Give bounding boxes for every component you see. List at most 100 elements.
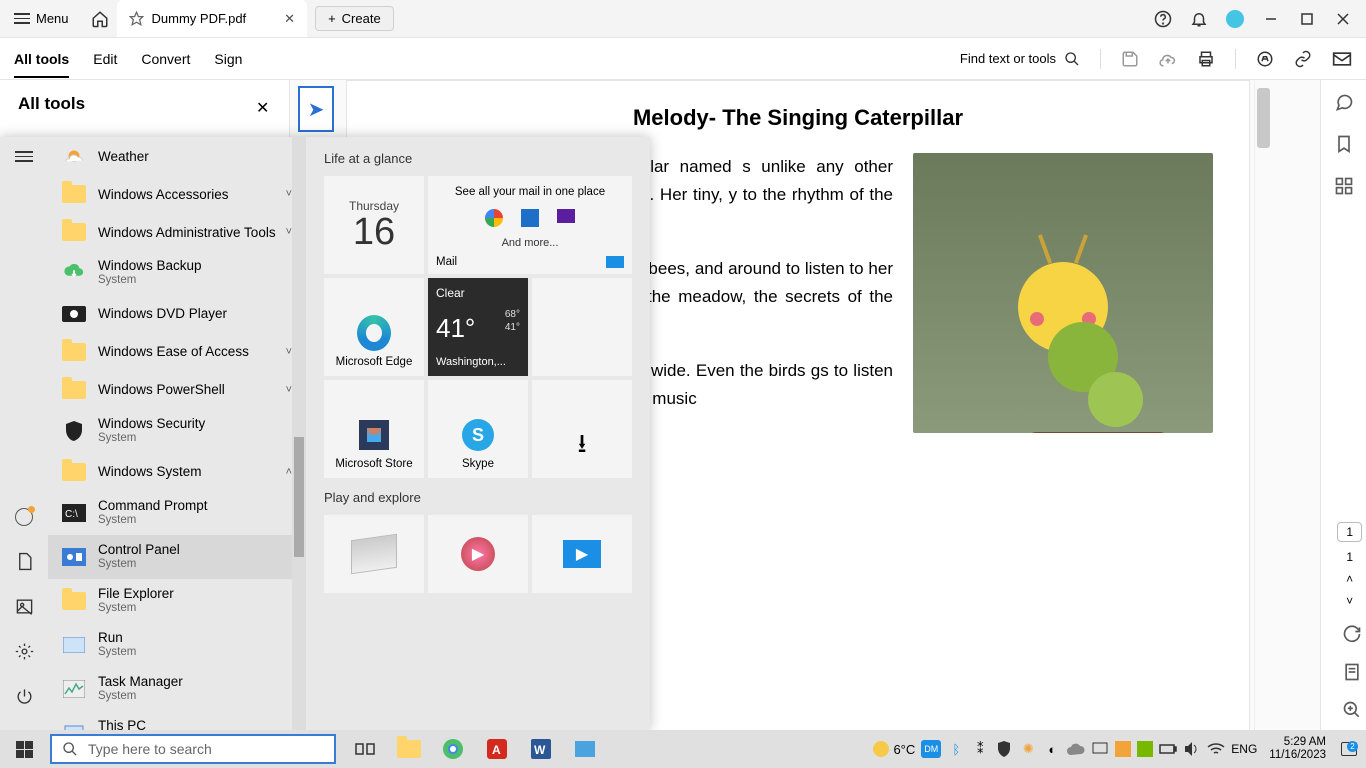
close-panel-icon[interactable]: ✕ [256, 98, 269, 118]
outlook-icon [521, 209, 539, 227]
tab-convert[interactable]: Convert [141, 51, 190, 67]
search-box[interactable]: Type here to search [50, 734, 336, 764]
mail-icon[interactable] [1332, 51, 1352, 67]
avatar[interactable] [1226, 10, 1244, 28]
explorer-icon[interactable] [388, 730, 430, 768]
list-item-powershell[interactable]: Windows PowerShell ˅ [48, 371, 306, 409]
scrollbar[interactable] [1254, 80, 1272, 768]
nvidia-icon[interactable] [1137, 741, 1153, 757]
document-tab[interactable]: Dummy PDF.pdf ✕ [117, 0, 308, 37]
page-thumbnail[interactable]: ➤ [298, 86, 334, 132]
page-down-icon[interactable]: ˅ [1346, 594, 1353, 608]
tile-xbox[interactable] [324, 515, 424, 593]
folder-icon [62, 185, 86, 203]
start-hamburger-icon[interactable] [15, 151, 33, 162]
tray-icon[interactable]: DM [921, 740, 941, 758]
page-current[interactable]: 1 [1337, 522, 1362, 542]
language-indicator[interactable]: ENG [1231, 742, 1257, 756]
bluetooth-icon[interactable]: ᛒ [947, 740, 965, 758]
list-item-ease[interactable]: Windows Ease of Access ˅ [48, 333, 306, 371]
acrobat-icon[interactable]: A [476, 730, 518, 768]
list-item-taskmgr[interactable]: Task ManagerSystem [48, 667, 306, 711]
cloud-icon[interactable] [1159, 50, 1177, 68]
start-button[interactable] [0, 730, 48, 768]
doc-icon[interactable] [1342, 662, 1362, 682]
list-item-thispc[interactable]: This PCSystem [48, 711, 306, 730]
tray-icon[interactable]: ◐ [1043, 740, 1061, 758]
tile-calendar[interactable]: Thursday 16 [324, 176, 424, 274]
find-button[interactable]: Find text or tools [960, 51, 1080, 67]
tile-store[interactable]: Microsoft Store [324, 380, 424, 478]
clock[interactable]: 5:29 AM 11/16/2023 [1263, 736, 1332, 762]
save-icon[interactable] [1121, 50, 1139, 68]
list-item-security[interactable]: Windows SecuritySystem [48, 409, 306, 453]
documents-icon[interactable] [15, 552, 34, 571]
tray-icon[interactable] [1115, 741, 1131, 757]
tile-skype[interactable]: S Skype [428, 380, 528, 478]
svg-text:C:\: C:\ [65, 509, 78, 520]
volume-icon[interactable] [1183, 740, 1201, 758]
wifi-icon[interactable] [1207, 740, 1225, 758]
tile-download[interactable]: ⭳ [532, 380, 632, 478]
create-button[interactable]: + Create [315, 6, 394, 31]
tile-movies[interactable]: ▶ [532, 515, 632, 593]
security-tray-icon[interactable] [995, 740, 1013, 758]
list-item-cmd[interactable]: C:\ Command PromptSystem [48, 491, 306, 535]
list-item-system[interactable]: Windows System ˄ [48, 453, 306, 491]
comment-icon[interactable] [1334, 92, 1354, 112]
tile-weather[interactable]: Clear 41° 68°41° Washington,... [428, 278, 528, 376]
close-tab-icon[interactable]: ✕ [284, 11, 295, 27]
bell-icon[interactable] [1190, 10, 1208, 28]
user-icon[interactable] [15, 508, 33, 526]
app-label: Windows Backup [98, 258, 202, 274]
link-icon[interactable] [1294, 50, 1312, 68]
grid-icon[interactable] [1334, 176, 1354, 196]
list-item-accessories[interactable]: Windows Accessories ˅ [48, 175, 306, 213]
maximize-button[interactable] [1298, 10, 1316, 28]
bookmark-icon[interactable] [1334, 134, 1354, 154]
list-item-admintools[interactable]: Windows Administrative Tools ˅ [48, 213, 306, 251]
section-life: Life at a glance [324, 151, 640, 166]
minimize-button[interactable] [1262, 10, 1280, 28]
list-item-weather[interactable]: Weather [48, 137, 306, 175]
app-icon[interactable] [564, 730, 606, 768]
app-sublabel: System [98, 514, 208, 528]
list-scrollbar[interactable] [292, 137, 306, 730]
tile-edge[interactable]: Microsoft Edge [324, 278, 424, 376]
app-list[interactable]: Weather Windows Accessories ˅ Windows Ad… [48, 137, 306, 730]
chrome-icon[interactable] [432, 730, 474, 768]
tab-edit[interactable]: Edit [93, 51, 117, 67]
print-icon[interactable] [1197, 50, 1215, 68]
list-item-dvd[interactable]: Windows DVD Player [48, 295, 306, 333]
settings-icon[interactable] [15, 642, 34, 661]
list-item-explorer[interactable]: File ExplorerSystem [48, 579, 306, 623]
tray-icon[interactable]: ⁑ [971, 740, 989, 758]
home-button[interactable] [83, 0, 117, 37]
task-view-icon[interactable] [344, 730, 386, 768]
help-icon[interactable] [1154, 10, 1172, 28]
word-icon[interactable]: W [520, 730, 562, 768]
power-icon[interactable] [15, 687, 34, 706]
tab-sign[interactable]: Sign [214, 51, 242, 67]
list-item-run[interactable]: RunSystem [48, 623, 306, 667]
pictures-icon[interactable] [15, 597, 34, 616]
tab-all-tools[interactable]: All tools [14, 51, 69, 78]
list-item-control-panel[interactable]: Control PanelSystem [48, 535, 306, 579]
reload-icon[interactable] [1342, 624, 1362, 644]
close-button[interactable] [1334, 10, 1352, 28]
list-item-backup[interactable]: Windows BackupSystem [48, 251, 306, 295]
tray-icon[interactable] [1091, 740, 1109, 758]
tray-icon[interactable]: ✺ [1019, 740, 1037, 758]
notifications-button[interactable]: 2 [1338, 742, 1360, 756]
zoom-in-icon[interactable] [1342, 700, 1362, 720]
tile-mail[interactable]: See all your mail in one place And more.… [428, 176, 632, 274]
mail-icon [606, 256, 624, 268]
menu-button[interactable]: Menu [0, 0, 83, 37]
tile-groove[interactable]: ▶ [428, 515, 528, 593]
page-up-icon[interactable]: ˄ [1346, 572, 1353, 586]
ai-icon[interactable] [1256, 50, 1274, 68]
onedrive-icon[interactable] [1067, 740, 1085, 758]
weather-widget[interactable]: 6°C [873, 741, 915, 757]
tile-blank-1[interactable] [532, 278, 632, 376]
battery-icon[interactable] [1159, 740, 1177, 758]
